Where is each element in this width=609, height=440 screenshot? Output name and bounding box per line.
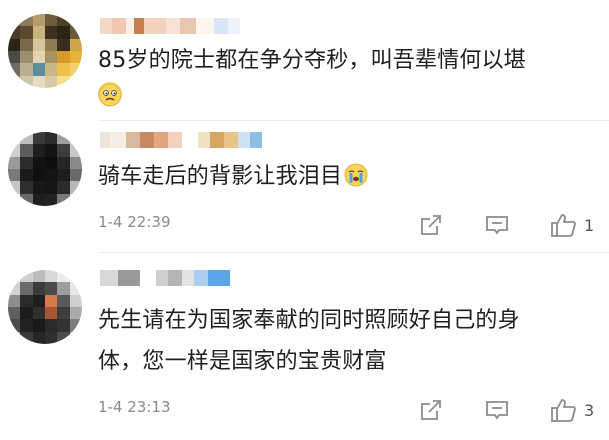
username-blurred[interactable] [100, 18, 240, 34]
avatar[interactable] [8, 270, 82, 344]
worried-face-emoji-icon [98, 82, 122, 107]
comment-button[interactable] [484, 395, 510, 425]
share-icon [421, 215, 441, 235]
comment-item-1: 85岁的院士都在争分夺秒，叫吾辈情何以堪 [0, 0, 609, 120]
comment-button[interactable] [484, 210, 510, 240]
like-button[interactable]: 3 [550, 395, 594, 425]
share-icon [421, 400, 441, 420]
comment-text: 85岁的院士都在争分夺秒，叫吾辈情何以堪 [98, 48, 526, 73]
comment-text-line-1: 先生请在为国家奉献的同时照顾好自己的身 [98, 308, 520, 333]
comment-meta: 1-4 22:39 1 [98, 210, 597, 240]
comment-icon [486, 401, 508, 420]
like-count: 3 [584, 400, 595, 420]
crying-face-emoji-icon [344, 162, 368, 187]
comment-icon [486, 216, 508, 235]
username-blurred[interactable] [100, 270, 230, 286]
comment-time: 1-4 23:13 [98, 398, 171, 416]
avatar[interactable] [8, 132, 82, 206]
comment-meta: 1-4 23:13 3 [98, 395, 597, 425]
share-button[interactable] [418, 210, 444, 240]
comment-time: 1-4 22:39 [98, 213, 171, 231]
comment-text: 骑车走后的背影让我泪目 [98, 158, 595, 196]
like-button[interactable]: 1 [550, 210, 594, 240]
avatar[interactable] [8, 14, 82, 88]
thumbs-up-icon [551, 214, 576, 237]
comment-emoji-line [98, 78, 595, 116]
username-blurred[interactable] [100, 132, 262, 148]
thumbs-up-icon [551, 399, 576, 422]
like-count: 1 [584, 215, 595, 235]
comment-item-2: 骑车走后的背影让我泪目 1-4 22:39 1 [0, 120, 609, 270]
share-button[interactable] [418, 395, 444, 425]
comment-text-line-2: 体，您一样是国家的宝贵财富 [98, 349, 387, 374]
comment-item-3: 先生请在为国家奉献的同时照顾好自己的身 体，您一样是国家的宝贵财富 1-4 23… [0, 252, 609, 440]
